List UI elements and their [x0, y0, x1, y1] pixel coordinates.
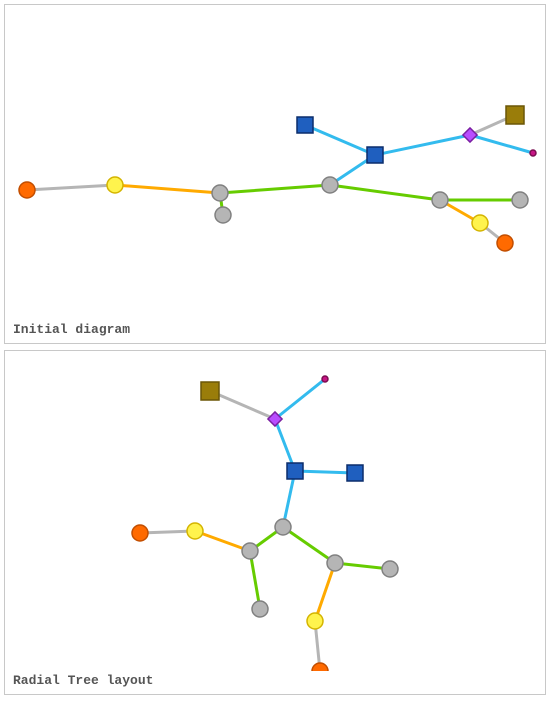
node-circle-yellow [472, 215, 488, 231]
edge-orange [115, 185, 220, 193]
caption-radial: Radial Tree layout [13, 673, 153, 688]
node-square-blue [367, 147, 383, 163]
node-circle-gray [512, 192, 528, 208]
node-dot-red [530, 150, 536, 156]
node-circle-gray [275, 519, 291, 535]
edge-cyan [470, 135, 533, 153]
node-square-blue [347, 465, 363, 481]
node-circle-gray [432, 192, 448, 208]
node-circle-orange [497, 235, 513, 251]
node-circle-orange [312, 663, 328, 671]
node-circle-gray [242, 543, 258, 559]
edge-cyan [375, 135, 470, 155]
panel-radial: Radial Tree layout [4, 350, 546, 695]
node-circle-gray [382, 561, 398, 577]
node-square-brown [201, 382, 219, 400]
node-circle-gray [322, 177, 338, 193]
node-circle-orange [19, 182, 35, 198]
node-diamond-purple [463, 128, 477, 142]
edge-green [220, 185, 330, 193]
node-square-blue [287, 463, 303, 479]
node-circle-yellow [187, 523, 203, 539]
edge-gray [27, 185, 115, 190]
node-square-brown [506, 106, 524, 124]
edge-green [330, 185, 440, 200]
node-square-blue [297, 117, 313, 133]
edge-cyan [305, 125, 375, 155]
diagram-initial [5, 5, 545, 320]
node-circle-gray [215, 207, 231, 223]
node-circle-yellow [107, 177, 123, 193]
edge-green [283, 527, 335, 563]
node-circle-yellow [307, 613, 323, 629]
edge-orange [315, 563, 335, 621]
caption-initial: Initial diagram [13, 322, 130, 337]
node-dot-red [322, 376, 328, 382]
node-circle-gray [212, 185, 228, 201]
edge-cyan [295, 471, 355, 473]
edge-green [250, 551, 260, 609]
diagram-radial [5, 351, 545, 671]
panel-initial: Initial diagram [4, 4, 546, 344]
node-circle-gray [327, 555, 343, 571]
node-circle-gray [252, 601, 268, 617]
node-circle-orange [132, 525, 148, 541]
edge-cyan [275, 379, 325, 419]
edge-orange [195, 531, 250, 551]
